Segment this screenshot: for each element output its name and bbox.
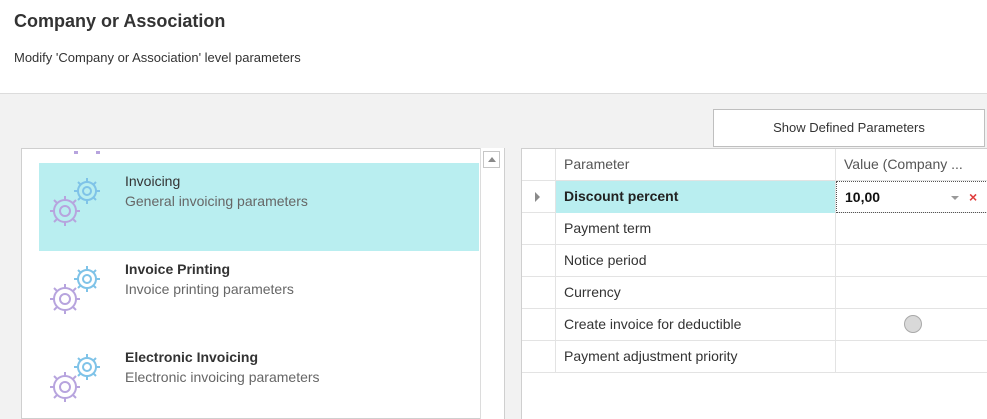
- parameter-name[interactable]: Payment term: [556, 213, 836, 245]
- parameter-value[interactable]: [836, 309, 987, 341]
- category-list: Invoicing General invoicing parameters I…: [21, 148, 505, 419]
- parameter-value: 10,00: [845, 189, 881, 205]
- parameter-value[interactable]: [836, 341, 987, 373]
- category-item-invoice-printing[interactable]: Invoice Printing Invoice printing parame…: [39, 251, 479, 339]
- page-title: Company or Association: [14, 11, 226, 31]
- category-item-electronic-invoicing[interactable]: Electronic Invoicing Electronic invoicin…: [39, 339, 479, 418]
- column-header-parameter[interactable]: Parameter: [556, 149, 836, 181]
- category-title: Electronic Invoicing: [125, 349, 259, 365]
- column-header-value[interactable]: Value (Company ...: [836, 149, 987, 181]
- show-defined-parameters-button[interactable]: Show Defined Parameters: [713, 109, 985, 147]
- parameter-name[interactable]: Payment adjustment priority: [556, 341, 836, 373]
- parameter-name[interactable]: Create invoice for deductible: [556, 309, 836, 341]
- table-row[interactable]: Payment adjustment priority: [522, 341, 987, 373]
- clear-value-icon[interactable]: ×: [969, 190, 981, 204]
- parameter-value[interactable]: [836, 213, 987, 245]
- parameter-grid: Parameter Value (Company ... Discount pe…: [521, 148, 987, 419]
- gears-icon: [50, 266, 100, 314]
- parameter-name[interactable]: Discount percent: [556, 181, 836, 213]
- table-row[interactable]: Create invoice for deductible: [522, 309, 987, 341]
- scroll-up-button[interactable]: [483, 151, 500, 168]
- table-row[interactable]: Payment term: [522, 213, 987, 245]
- table-row[interactable]: Currency: [522, 277, 987, 309]
- parameter-value[interactable]: [836, 245, 987, 277]
- gears-icon: [50, 178, 100, 226]
- gears-icon: [50, 354, 100, 402]
- parameter-name[interactable]: Currency: [556, 277, 836, 309]
- current-row-arrow-icon: [535, 192, 540, 202]
- category-description: Invoice printing parameters: [125, 281, 294, 297]
- category-description: General invoicing parameters: [125, 193, 308, 209]
- category-list-scrollbar[interactable]: [480, 148, 504, 419]
- grid-header-row: Parameter Value (Company ...: [522, 149, 987, 181]
- category-title: Invoicing: [125, 173, 181, 189]
- parameter-name[interactable]: Notice period: [556, 245, 836, 277]
- table-row[interactable]: Notice period: [522, 245, 987, 277]
- dropdown-arrow-icon[interactable]: [951, 196, 959, 200]
- page-subtitle: Modify 'Company or Association' level pa…: [14, 50, 301, 65]
- row-indicator: [522, 181, 556, 213]
- parameter-value-editor[interactable]: 10,00 ×: [836, 181, 987, 213]
- table-row[interactable]: Discount percent 10,00 ×: [522, 181, 987, 213]
- category-item-invoicing[interactable]: Invoicing General invoicing parameters: [39, 163, 479, 251]
- page-header: Company or Association Modify 'Company o…: [0, 0, 987, 94]
- chevron-up-icon: [487, 157, 496, 162]
- category-description: Electronic invoicing parameters: [125, 369, 320, 385]
- parameter-value[interactable]: [836, 277, 987, 309]
- toggle-radio-icon[interactable]: [904, 315, 922, 333]
- category-title: Invoice Printing: [125, 261, 231, 277]
- partial-item-icon: [74, 151, 100, 154]
